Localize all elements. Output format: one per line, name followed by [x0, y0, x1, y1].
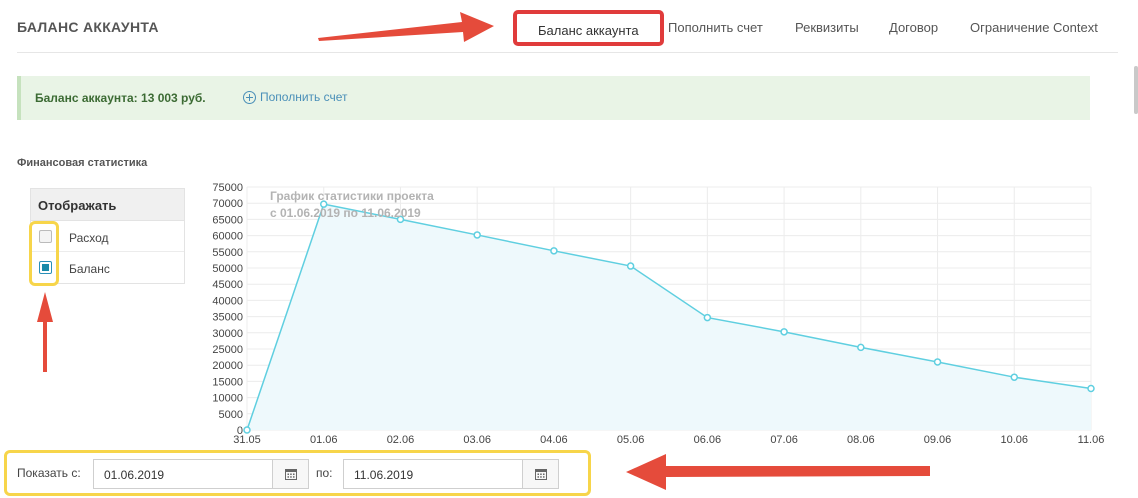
- date-to-label: по:: [316, 466, 333, 480]
- x-tick-label: 07.06: [770, 434, 798, 445]
- y-tick-label: 10000: [212, 393, 243, 405]
- x-tick-label: 11.06: [1078, 434, 1105, 445]
- scrollbar-thumb[interactable]: [1134, 66, 1138, 114]
- tab-account-balance[interactable]: Баланс аккаунта: [513, 10, 664, 46]
- balance-amount: Баланс аккаунта: 13 003 руб.: [35, 91, 206, 105]
- date-from-calendar-button[interactable]: [272, 459, 309, 489]
- top-up-link-label: Пополнить счет: [260, 90, 348, 104]
- data-point[interactable]: [473, 231, 481, 239]
- y-tick-label: 60000: [212, 231, 243, 243]
- x-tick-label: 31.05: [233, 434, 261, 445]
- data-point[interactable]: [550, 247, 558, 255]
- y-tick-label: 35000: [212, 312, 243, 324]
- date-to-input[interactable]: 11.06.2019: [343, 459, 523, 489]
- calendar-icon: [285, 469, 297, 480]
- date-from-input[interactable]: 01.06.2019: [93, 459, 273, 489]
- y-tick-label: 5000: [219, 409, 243, 421]
- x-tick-label: 10.06: [1001, 434, 1029, 445]
- data-point[interactable]: [626, 262, 635, 270]
- annotation-arrow-up: [37, 292, 53, 372]
- balance-label: Баланс: [69, 262, 110, 276]
- top-up-link[interactable]: Пополнить счет: [243, 90, 348, 104]
- data-point[interactable]: [933, 358, 942, 366]
- data-point[interactable]: [703, 313, 712, 322]
- y-tick-label: 45000: [212, 279, 243, 291]
- annotation-arrow-left: [626, 454, 930, 490]
- x-tick-label: 04.06: [540, 434, 568, 445]
- x-tick-label: 01.06: [310, 434, 338, 445]
- balance-banner: Баланс аккаунта: 13 003 руб. Пополнить с…: [17, 76, 1090, 120]
- data-point[interactable]: [1010, 373, 1019, 381]
- date-to-calendar-button[interactable]: [522, 459, 559, 489]
- chart-subtitle: с 01.06.2019 по 11.06.2019: [270, 206, 421, 220]
- tab-contract[interactable]: Договор: [889, 20, 938, 35]
- y-axis-ticks: 0500010000150002000025000300003500040000…: [212, 182, 243, 437]
- header-divider: [17, 52, 1118, 53]
- y-tick-label: 55000: [212, 247, 243, 259]
- tab-context-limit[interactable]: Ограничение Context: [970, 20, 1098, 35]
- y-tick-label: 30000: [212, 328, 243, 340]
- y-tick-label: 65000: [212, 214, 243, 226]
- tab-top-up[interactable]: Пополнить счет: [668, 20, 763, 35]
- section-title: Финансовая статистика: [17, 157, 148, 169]
- y-tick-label: 75000: [212, 182, 243, 194]
- plus-circle-icon: [243, 90, 256, 104]
- x-tick-label: 05.06: [617, 434, 645, 445]
- data-point[interactable]: [780, 328, 788, 336]
- data-point[interactable]: [243, 426, 251, 434]
- y-tick-label: 20000: [212, 360, 243, 372]
- x-tick-label: 06.06: [694, 434, 722, 445]
- data-point[interactable]: [857, 343, 865, 352]
- x-axis-ticks: 31.05 01.06 02.06 03.06 04.06 05.06 06.06 07.06…: [233, 434, 1104, 445]
- balance-chart: 0500010000150002000025000300003500040000…: [212, 182, 1104, 445]
- x-tick-label: 02.06: [387, 434, 415, 445]
- date-from-label: Показать с:: [17, 466, 81, 480]
- checkbox-highlight: [29, 221, 59, 286]
- x-tick-label: 08.06: [847, 434, 875, 445]
- y-tick-label: 25000: [212, 344, 243, 356]
- calendar-icon: [535, 469, 547, 480]
- y-tick-label: 50000: [212, 263, 243, 275]
- y-tick-label: 40000: [212, 295, 243, 307]
- y-tick-label: 70000: [212, 198, 243, 210]
- display-options-header: Отображать: [31, 189, 184, 221]
- page-title: БАЛАНС АККАУНТА: [17, 19, 159, 35]
- annotation-arrow-right: [318, 12, 494, 42]
- tab-requisites[interactable]: Реквизиты: [795, 20, 859, 35]
- chart-title: График статистики проекта: [270, 189, 434, 203]
- x-tick-label: 03.06: [463, 434, 491, 445]
- x-tick-label: 09.06: [924, 434, 952, 445]
- data-point[interactable]: [1087, 384, 1095, 393]
- y-tick-label: 15000: [212, 376, 243, 388]
- expense-label: Расход: [69, 231, 109, 245]
